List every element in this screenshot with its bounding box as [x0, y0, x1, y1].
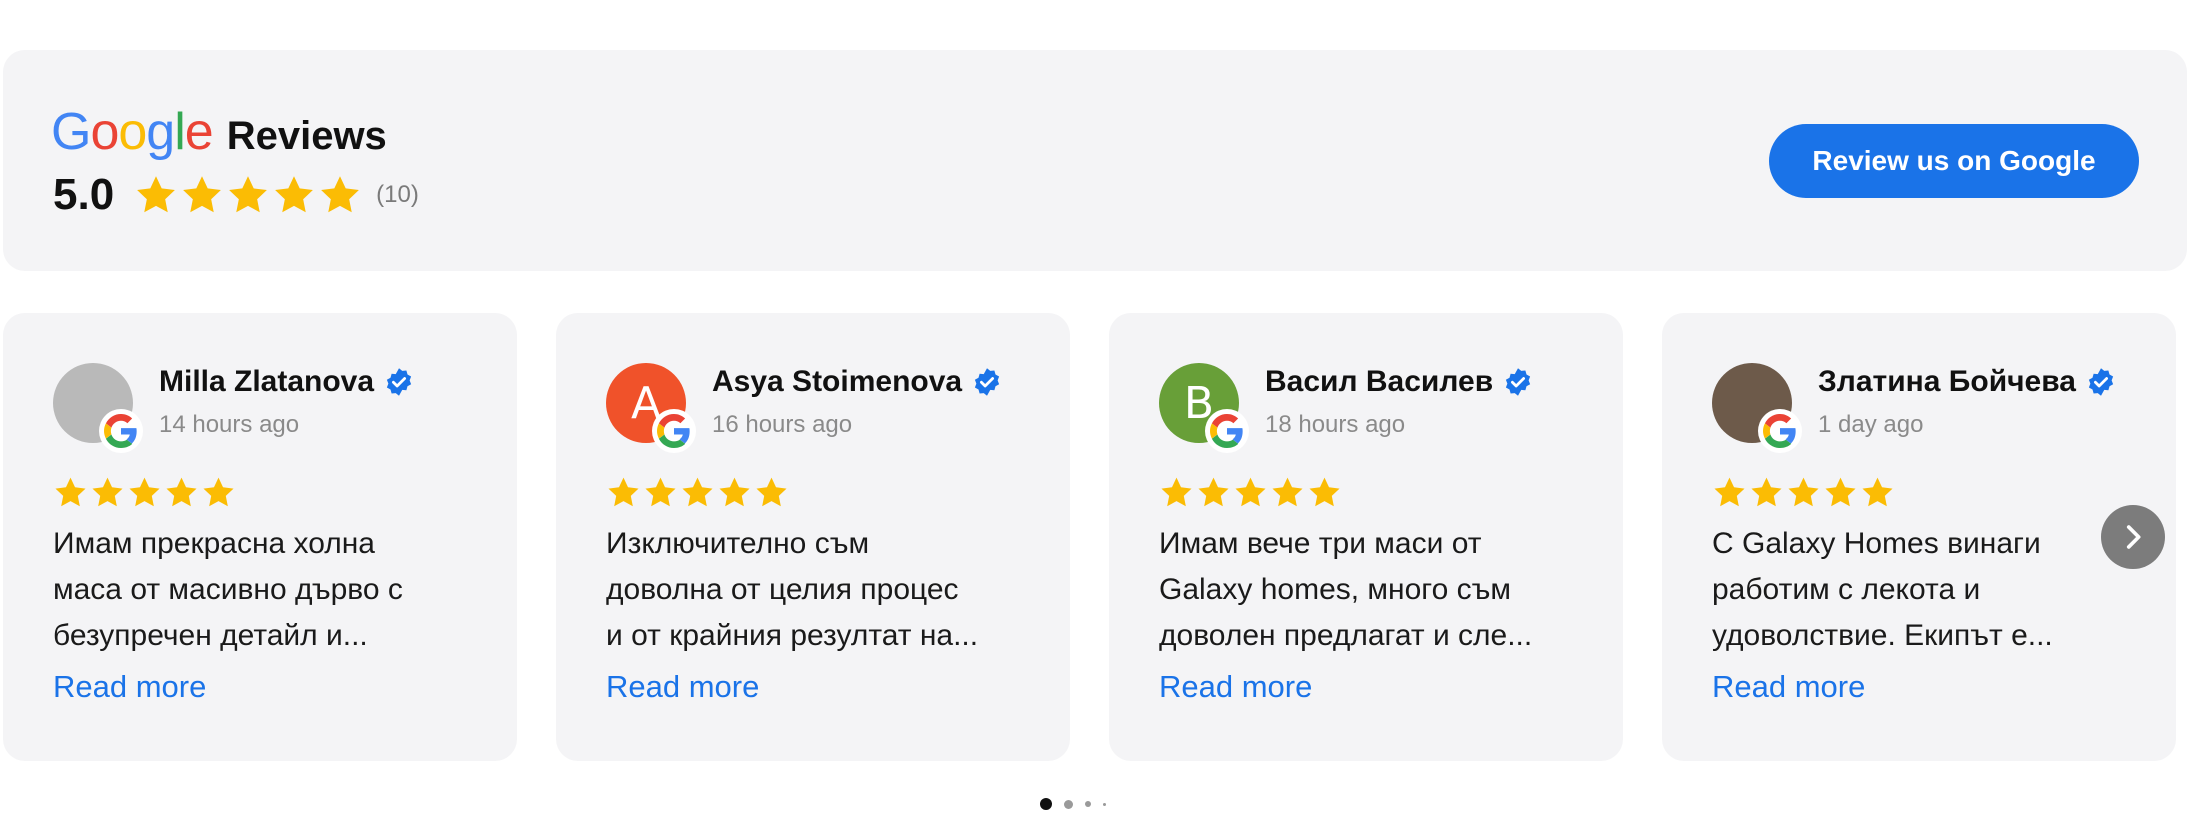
review-card: A Asya Stoimenova 16 hours ago Изключително… — [556, 313, 1070, 761]
google-badge — [1758, 409, 1802, 453]
star-icon — [1714, 477, 1745, 507]
review-text-line: Изключително съм — [606, 527, 870, 560]
google-badge — [652, 409, 696, 453]
review-text-line: безупречен детайл и... — [53, 619, 368, 652]
review-stars — [606, 475, 789, 510]
read-more-link[interactable]: Read more — [1159, 669, 1312, 705]
star-icon — [275, 176, 314, 213]
reviews-label: Reviews — [226, 114, 387, 158]
next-arrow-button[interactable] — [2101, 505, 2165, 569]
star-icon — [1788, 477, 1819, 507]
google-g-icon — [1763, 414, 1796, 448]
review-text-line: Имам прекрасна холна — [53, 527, 375, 560]
verified-icon — [1506, 368, 1531, 396]
reviewer-avatar — [53, 363, 143, 453]
review-text-line: работим с лекота и — [1712, 573, 1981, 606]
reviewer-name: Milla Zlatanova — [159, 365, 375, 398]
review-text-line: Имам вече три маси от — [1159, 527, 1482, 560]
star-icon — [1825, 477, 1856, 507]
star-icon — [166, 477, 197, 507]
star-icon — [1862, 477, 1893, 507]
google-badge — [99, 409, 143, 453]
review-text-line: Galaxy homes, много съм — [1159, 573, 1511, 606]
star-icon — [756, 477, 787, 507]
reviewer-name: Златина Бойчева — [1818, 365, 2076, 398]
review-text: Имам прекрасна холна маса от масивно дърв… — [53, 521, 493, 659]
review-stars — [53, 475, 236, 510]
star-icon — [1751, 477, 1782, 507]
overall-rating: 5.0 (10) — [53, 170, 419, 220]
star-icon — [55, 477, 86, 507]
star-icon — [1235, 477, 1266, 507]
review-text-line: удоволствие. Екипът е... — [1712, 619, 2053, 652]
star-icon — [137, 176, 176, 213]
pagination-dot[interactable] — [1085, 801, 1091, 807]
review-text: Изключително съм доволна от целия процес и… — [606, 521, 1046, 659]
google-g-icon — [1210, 414, 1243, 448]
google-reviews-title: Google Reviews — [51, 102, 387, 162]
pagination-dot[interactable] — [1103, 802, 1106, 806]
review-time: 16 hours ago — [712, 411, 853, 438]
star-icon — [608, 477, 639, 507]
reviewer-avatar — [1712, 363, 1802, 453]
read-more-link[interactable]: Read more — [1712, 669, 1865, 705]
star-icon — [183, 176, 222, 213]
review-card: B Васил Василев 18 hours ago Имам вече три … — [1109, 313, 1623, 761]
review-text-line: С Galaxy Homes винаги — [1712, 527, 2041, 560]
star-icon — [719, 477, 750, 507]
star-icon — [1272, 477, 1303, 507]
pagination-dot[interactable] — [1040, 798, 1052, 810]
review-time: 1 day ago — [1818, 411, 1924, 438]
review-text: С Galaxy Homes винаги работим с лекота и у… — [1712, 521, 2152, 659]
star-icon — [203, 477, 234, 507]
star-icon — [229, 176, 268, 213]
reviewer-info: Milla Zlatanova 14 hours ago — [159, 365, 414, 439]
star-icon — [129, 477, 160, 507]
star-icon — [1309, 477, 1340, 507]
google-badge — [1205, 409, 1249, 453]
rating-value: 5.0 — [53, 170, 115, 219]
review-count: (10) — [376, 181, 419, 208]
star-icon — [321, 176, 360, 213]
google-logo: Google — [51, 103, 214, 161]
reviewer-info: Васил Василев 18 hours ago — [1265, 365, 1533, 439]
star-icon — [1161, 477, 1192, 507]
review-card: Златина Бойчева 1 day ago С Galaxy Homes в… — [1662, 313, 2176, 761]
review-stars — [1712, 475, 1895, 510]
reviewer-name: Васил Василев — [1265, 365, 1494, 398]
rating-stars — [134, 173, 362, 217]
star-icon — [1198, 477, 1229, 507]
review-card: Milla Zlatanova 14 hours ago Имам прекрасн… — [3, 313, 517, 761]
review-carousel: Milla Zlatanova 14 hours ago Имам прекрасн… — [3, 313, 2187, 761]
review-text-line: доволна от целия процес — [606, 573, 959, 606]
review-text-line: доволен предлагат и сле... — [1159, 619, 1533, 652]
verified-icon — [2088, 368, 2114, 396]
review-us-button[interactable]: Review us on Google — [1769, 124, 2139, 198]
review-time: 18 hours ago — [1265, 411, 1406, 438]
review-stars — [1159, 475, 1342, 510]
reviewer-avatar: A — [606, 363, 696, 453]
star-icon — [645, 477, 676, 507]
reviewer-info: Asya Stoimenova 16 hours ago — [712, 365, 1002, 439]
star-icon — [682, 477, 713, 507]
reviewer-info: Златина Бойчева 1 day ago — [1818, 365, 2116, 439]
review-text-line: маса от масивно дърво с — [53, 573, 403, 606]
verified-icon — [974, 368, 1000, 396]
review-text-line: и от крайния резултат на... — [606, 619, 979, 652]
verified-icon — [386, 368, 412, 396]
review-time: 14 hours ago — [159, 411, 300, 438]
reviews-header: Google Reviews 5.0 (10) Review us on Goo… — [3, 50, 2187, 271]
pagination-dot[interactable] — [1064, 799, 1073, 809]
read-more-link[interactable]: Read more — [53, 669, 206, 705]
carousel-pagination — [1040, 798, 1106, 810]
google-g-icon — [657, 414, 690, 448]
reviewer-name: Asya Stoimenova — [712, 365, 963, 398]
star-icon — [92, 477, 123, 507]
reviewer-avatar: B — [1159, 363, 1249, 453]
chevron-right-icon — [2126, 525, 2141, 549]
review-text: Имам вече три маси от Galaxy homes, много… — [1159, 521, 1599, 659]
read-more-link[interactable]: Read more — [606, 669, 759, 705]
google-g-icon — [104, 414, 137, 448]
